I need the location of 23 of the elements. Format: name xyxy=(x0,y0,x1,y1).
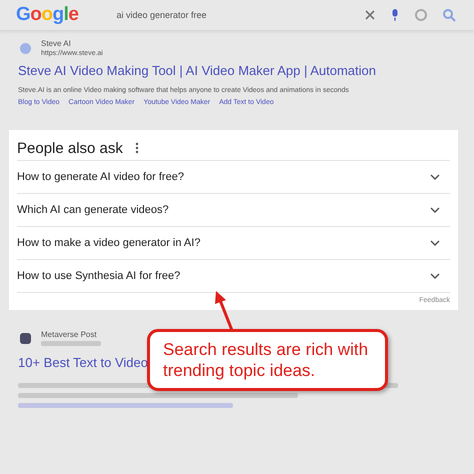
microphone-icon[interactable] xyxy=(390,8,400,22)
search-field[interactable]: ai video generator free xyxy=(108,4,464,26)
question-row[interactable]: How to make a video generator in AI? xyxy=(17,227,450,260)
site-favicon-icon xyxy=(20,42,31,54)
site-name: Steve AI xyxy=(41,39,72,48)
site-favicon-icon xyxy=(20,332,31,344)
result-title-link[interactable]: Steve AI Video Making Tool | AI Video Maker App | Automation xyxy=(18,63,376,78)
chevron-icon xyxy=(430,174,440,180)
site-name: Metaverse Post xyxy=(41,330,98,339)
close-icon[interactable] xyxy=(364,9,376,21)
chevron-icon xyxy=(430,207,440,213)
blurred-text-drawing xyxy=(41,341,101,346)
question-row[interactable]: Which AI can generate videos? xyxy=(17,194,450,227)
question-row[interactable]: How to generate AI video for free? xyxy=(17,161,450,194)
chevron-icon xyxy=(430,273,440,279)
chevron-icon xyxy=(430,240,440,246)
result-title-link[interactable]: 10+ Best Text to Video xyxy=(18,355,148,370)
search-icon[interactable] xyxy=(442,8,456,22)
callout-tooltip: Search results are rich with trending topic ideas. xyxy=(147,329,388,391)
panel-title: People also ask xyxy=(17,140,123,156)
question-row[interactable]: How to use Synthesia AI for free? xyxy=(17,260,450,293)
google-logo[interactable]: Google xyxy=(16,4,78,26)
more-options-icon[interactable] xyxy=(134,142,139,154)
